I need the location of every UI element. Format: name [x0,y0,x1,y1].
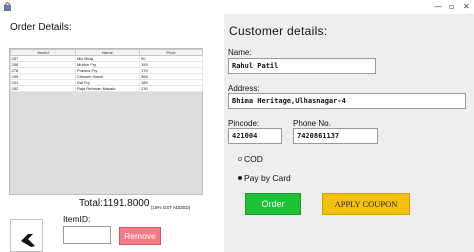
itemid-label: ItemID: [63,214,91,224]
order-details-title: Order Details: [10,22,72,33]
radio-off-icon [238,156,242,161]
itemid-input[interactable] [63,226,111,244]
cell-price: 230 [139,85,203,92]
maximize-button[interactable]: ▫ [449,1,454,13]
order-panel: Order Details: ItemId Name Price 257 Mix… [0,14,224,252]
name-label: Name: [228,48,252,57]
title-bar: — ▫ ✕ [0,0,474,14]
order-table-container[interactable]: ItemId Name Price 257 Mix Bhaji 90 258 M… [9,48,203,195]
payment-option-card[interactable]: Pay by Card [238,173,291,183]
phone-label: Phone No. [293,119,331,128]
order-button[interactable]: Order [245,193,301,215]
radio-on-icon [238,175,242,180]
remove-button[interactable]: Remove [119,227,161,245]
close-button[interactable]: ✕ [463,1,470,13]
address-field[interactable]: Bhima Heritage,Ulhasnagar-4 [228,93,466,109]
customer-panel: Customer details: Name: Rahul Patil Addr… [224,14,474,252]
cell-name: Raja Rehman Masala [75,85,140,92]
app-icon [4,2,11,11]
pincode-field[interactable]: 421004 [228,128,282,144]
name-field[interactable]: Rahul Patil [228,58,376,74]
address-label: Address: [228,84,260,93]
cell-itemid: 252 [10,85,76,92]
phone-field[interactable]: 7420861137 [293,128,378,144]
customer-details-title: Customer details: [229,24,328,38]
payment-option-label: COD [244,154,263,164]
table-header-row: ItemId Name Price [10,49,203,56]
back-arrow-icon [21,234,35,247]
table-row[interactable]: 252 Raja Rehman Masala 230 [10,85,203,92]
pincode-label: Pincode: [228,119,260,128]
order-table[interactable]: ItemId Name Price 257 Mix Bhaji 90 258 M… [10,49,203,92]
gst-note: (18% GST ADDED) [151,205,191,210]
payment-option-label: Pay by Card [244,173,291,183]
order-total: Total:1191.8000 [79,198,150,209]
apply-coupon-button[interactable]: APPLY COUPON [322,193,410,215]
minimize-button[interactable]: — [434,1,442,13]
payment-option-cod[interactable]: COD [238,154,263,164]
back-button[interactable] [10,219,43,252]
